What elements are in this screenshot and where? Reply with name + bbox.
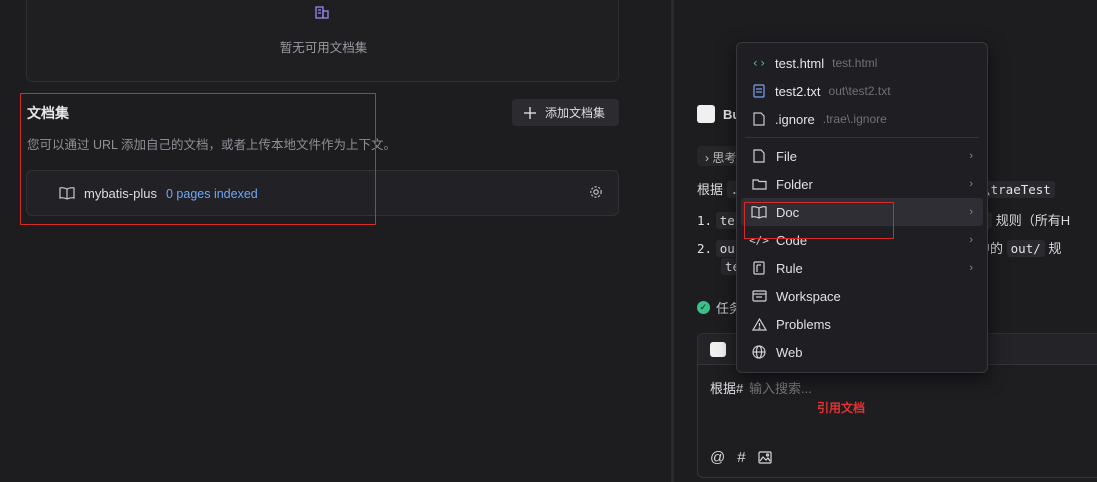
menu-item-workspace[interactable]: Workspace bbox=[741, 282, 983, 310]
menu-item-problems[interactable]: Problems bbox=[741, 310, 983, 338]
menu-item-label: Web bbox=[776, 344, 803, 360]
chat-input-box[interactable]: 根据# 输入搜索... 引用文档 @ # bbox=[697, 364, 1097, 478]
hash-icon[interactable]: # bbox=[737, 449, 745, 466]
list-number: 2. bbox=[697, 241, 713, 256]
recent-file-path: out\test2.txt bbox=[828, 84, 891, 98]
workspace-icon bbox=[751, 288, 767, 304]
list-number: 1. bbox=[697, 213, 713, 228]
globe-icon bbox=[751, 344, 767, 360]
menu-item-rule[interactable]: Rule › bbox=[741, 254, 983, 282]
image-icon[interactable] bbox=[757, 451, 772, 464]
chevron-right-icon: › bbox=[969, 150, 973, 162]
recent-file-name: test2.txt bbox=[775, 83, 821, 99]
dropdown-divider bbox=[745, 137, 979, 138]
left-panel: 暂无可用文档集 文档集 您可以通过 URL 添加自己的文档，或者上传本地文件作为… bbox=[0, 0, 668, 482]
empty-docset-card: 暂无可用文档集 bbox=[26, 0, 619, 82]
add-docset-label: 添加文档集 bbox=[545, 106, 606, 120]
file-icon bbox=[751, 111, 767, 127]
menu-item-label: File bbox=[776, 148, 797, 164]
building-icon bbox=[314, 4, 330, 20]
recent-file-path: .trae\.ignore bbox=[822, 112, 887, 126]
inline-code: out/ bbox=[1006, 240, 1045, 257]
menu-item-label: Problems bbox=[776, 316, 831, 332]
panel-divider[interactable] bbox=[671, 0, 674, 482]
empty-docset-text: 暂无可用文档集 bbox=[279, 41, 368, 55]
menu-item-file[interactable]: File › bbox=[741, 142, 983, 170]
chevron-right-icon: › bbox=[969, 206, 973, 218]
message-text: 规则（所有H bbox=[995, 213, 1071, 228]
html-code-icon: ‹› bbox=[751, 56, 767, 70]
input-text: 根据# bbox=[710, 381, 744, 396]
recent-file-name: .ignore bbox=[775, 111, 815, 127]
think-label: 思考 bbox=[712, 151, 737, 165]
chevron-right-icon: › bbox=[969, 234, 973, 246]
menu-item-folder[interactable]: Folder › bbox=[741, 170, 983, 198]
folder-icon bbox=[751, 176, 767, 192]
message-text: 规 bbox=[1048, 241, 1062, 256]
menu-item-label: Workspace bbox=[776, 288, 841, 304]
recent-file-path: test.html bbox=[832, 56, 878, 70]
chevron-right-icon: › bbox=[705, 151, 709, 165]
warning-icon bbox=[751, 316, 767, 332]
annotation-highlight-docset bbox=[20, 93, 376, 225]
input-toolbar: @ # bbox=[710, 449, 772, 466]
menu-item-label: Rule bbox=[776, 260, 803, 276]
message-text: 根据 bbox=[697, 182, 727, 197]
rule-icon bbox=[751, 260, 767, 276]
recent-file-item[interactable]: test2.txt out\test2.txt bbox=[737, 77, 987, 105]
recent-file-name: test.html bbox=[775, 55, 825, 71]
add-docset-button[interactable]: 添加文档集 bbox=[512, 99, 619, 126]
chevron-right-icon: › bbox=[969, 262, 973, 274]
menu-item-web[interactable]: Web bbox=[741, 338, 983, 366]
assistant-avatar-icon bbox=[710, 342, 726, 357]
at-mention-icon[interactable]: @ bbox=[710, 449, 725, 466]
check-circle-icon: ✓ bbox=[697, 301, 710, 314]
recent-file-item[interactable]: .ignore .trae\.ignore bbox=[737, 105, 987, 133]
text-file-icon bbox=[751, 83, 767, 99]
file-icon bbox=[751, 148, 767, 164]
recent-file-item[interactable]: ‹› test.html test.html bbox=[737, 49, 987, 77]
annotation-caption: 引用文档 bbox=[817, 401, 866, 415]
annotation-highlight-doc bbox=[744, 202, 894, 239]
chevron-right-icon: › bbox=[969, 178, 973, 190]
menu-item-label: Folder bbox=[776, 176, 813, 192]
plus-icon bbox=[524, 106, 536, 119]
search-placeholder: 输入搜索... bbox=[749, 381, 812, 396]
gear-icon[interactable] bbox=[589, 185, 603, 199]
assistant-avatar-icon bbox=[697, 105, 715, 123]
